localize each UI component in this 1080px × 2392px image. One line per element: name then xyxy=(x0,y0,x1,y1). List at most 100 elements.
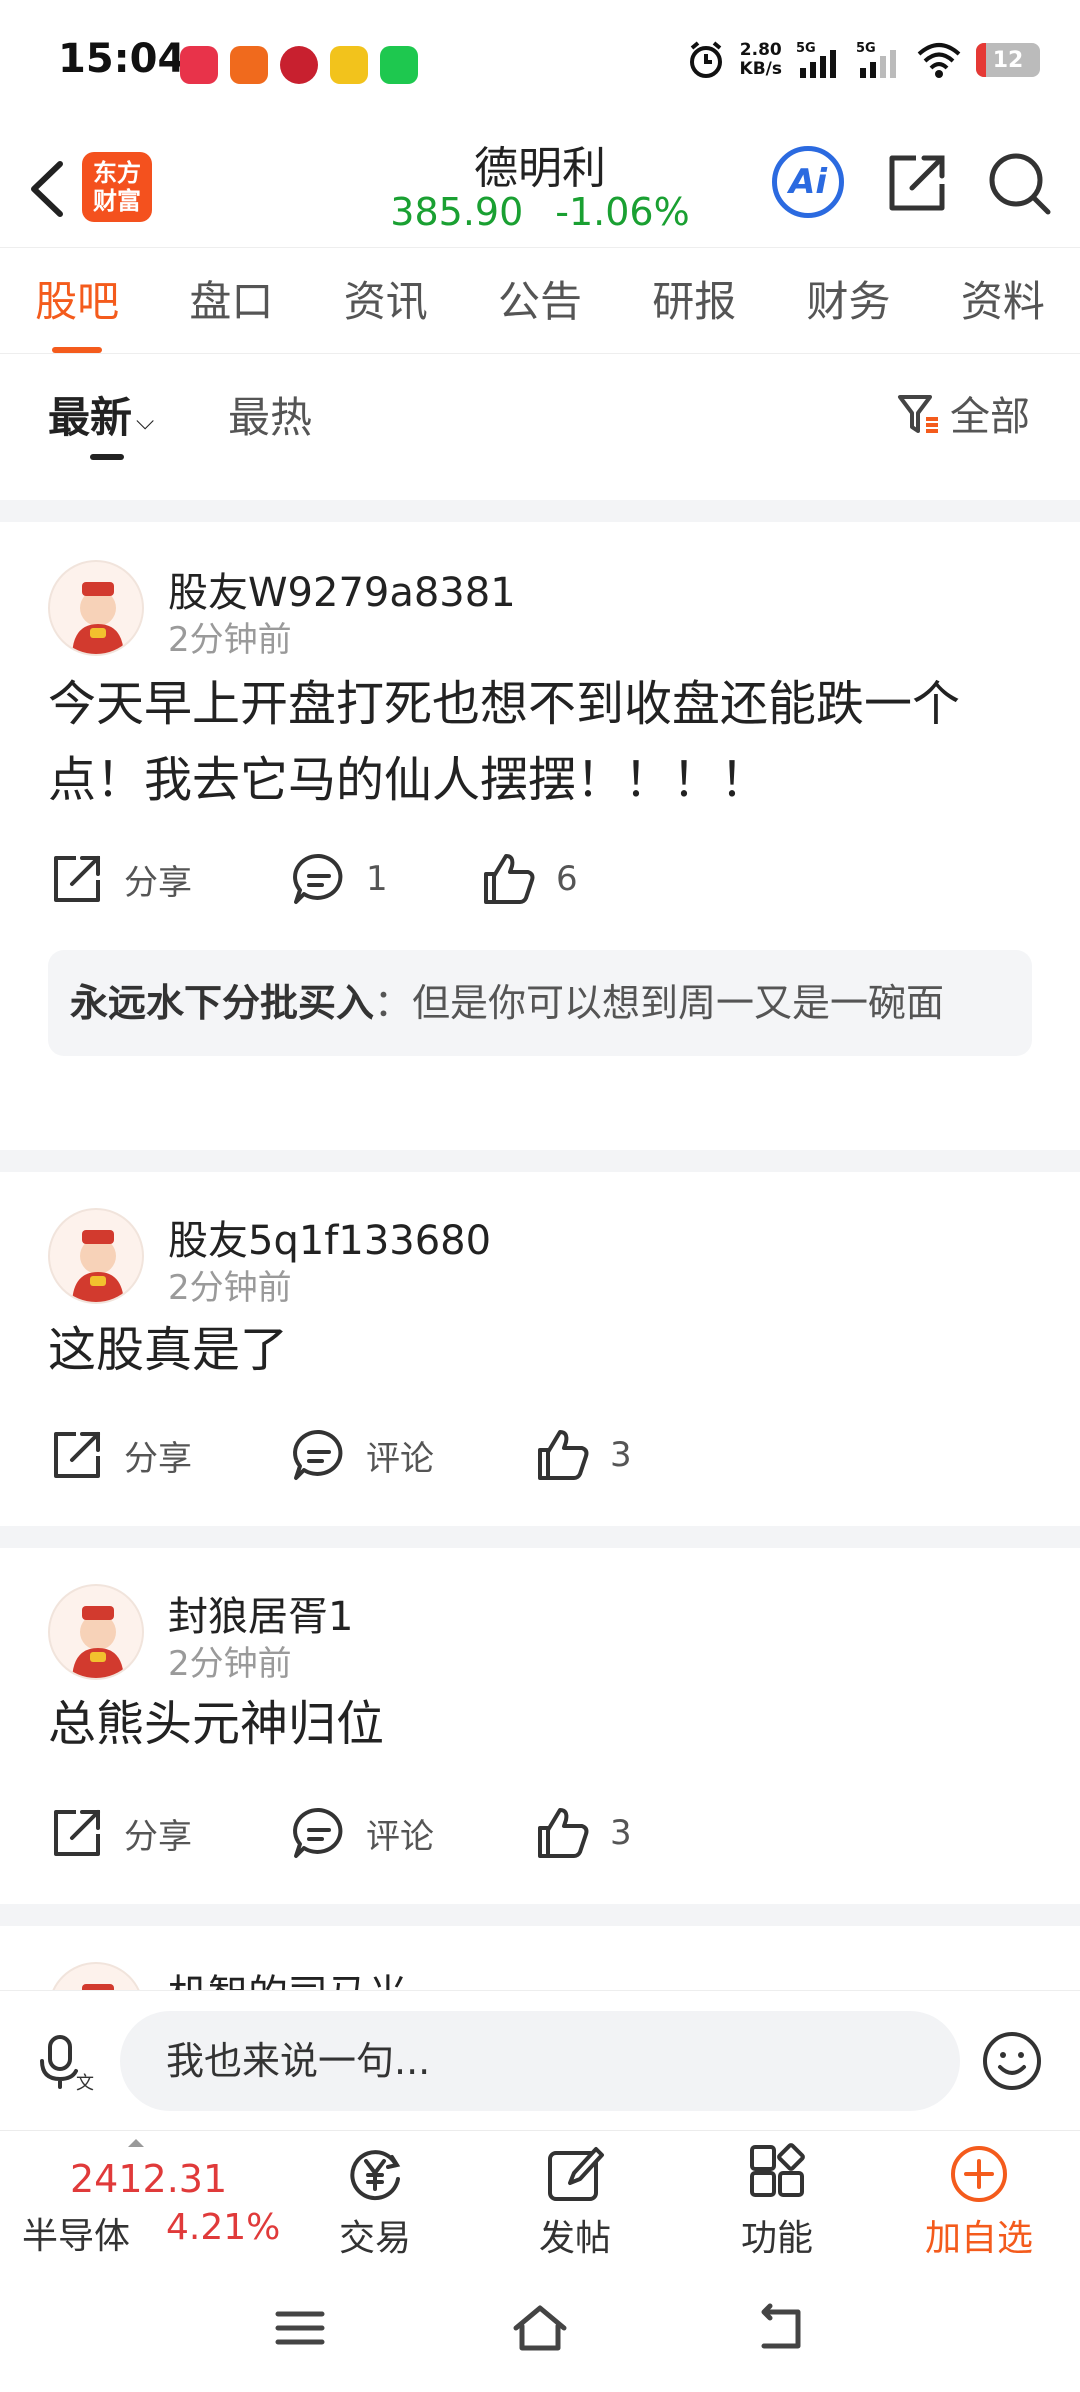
like-button[interactable]: 3 xyxy=(534,1804,632,1862)
post-content[interactable]: 总熊头元神归位 xyxy=(48,1686,1038,1762)
post-time: 2分钟前 xyxy=(168,620,292,660)
new-post-button[interactable]: 发帖 xyxy=(510,2143,640,2261)
divider xyxy=(0,1904,1080,1926)
emoji-icon[interactable] xyxy=(980,2029,1044,2093)
svg-text:5G: 5G xyxy=(856,41,876,56)
post-card[interactable]: 机智的司马光 xyxy=(0,1926,1080,1990)
voice-input-icon[interactable]: 文 xyxy=(36,2031,96,2091)
fortune-god-avatar-icon xyxy=(72,1230,124,1302)
post-card[interactable]: 封狼居胥1 2分钟前 总熊头元神归位 分享 评论 3 xyxy=(0,1548,1080,1900)
stock-price: 385.90 xyxy=(390,190,524,234)
share-button[interactable]: 分享 xyxy=(48,1804,192,1862)
share-icon[interactable] xyxy=(882,148,952,218)
search-icon[interactable] xyxy=(984,148,1054,218)
tab-research[interactable]: 研报 xyxy=(617,250,771,353)
fortune-god-avatar-icon xyxy=(82,1984,114,1990)
signal-icon: 5G xyxy=(856,41,896,78)
post-actions: 分享 1 6 xyxy=(0,850,1080,920)
share-button[interactable]: 分享 xyxy=(48,850,192,908)
tab-profile[interactable]: 资料 xyxy=(926,250,1080,353)
like-button[interactable]: 3 xyxy=(534,1426,632,1484)
post-author[interactable]: 机智的司马光 xyxy=(168,1962,408,1990)
status-right: 2.80 KB/s 5G 5G 12 xyxy=(686,40,1040,80)
index-value[interactable]: 2412.31 xyxy=(70,2157,227,2201)
sort-hot-button[interactable]: 最热 xyxy=(228,384,312,445)
post-author[interactable]: 股友5q1f133680 xyxy=(168,1208,491,1266)
alarm-icon xyxy=(689,41,722,78)
thumbs-up-icon xyxy=(538,1430,589,1480)
home-icon[interactable] xyxy=(510,2298,570,2358)
bottom-bar: 2412.31 半导体 4.21% 交易 发帖 功能 加自选 xyxy=(0,2130,1080,2262)
post-actions: 分享 评论 3 xyxy=(0,1426,1080,1496)
svg-text:5G: 5G xyxy=(796,41,816,56)
avatar[interactable] xyxy=(48,560,144,656)
chevron-down-icon: ⌵ xyxy=(136,406,155,435)
stock-change: -1.06% xyxy=(555,190,690,234)
stock-header: 东方财富 德明利 385.90 -1.06% Ai xyxy=(0,130,1080,248)
app-notification-icon xyxy=(230,46,268,84)
avatar[interactable] xyxy=(48,1584,144,1680)
trade-button[interactable]: 交易 xyxy=(310,2143,440,2261)
post-time: 2分钟前 xyxy=(168,1644,292,1684)
weibo-icon xyxy=(330,46,368,84)
tab-pankou[interactable]: 盘口 xyxy=(154,250,308,353)
post-actions: 分享 评论 3 xyxy=(0,1804,1080,1874)
ai-button[interactable]: Ai xyxy=(772,146,844,218)
menu-icon[interactable] xyxy=(270,2298,330,2358)
edit-icon xyxy=(548,2147,604,2201)
trade-yuan-icon xyxy=(350,2150,401,2201)
reply-preview[interactable]: 永远水下分批买入：但是你可以想到周一又是一碗面 xyxy=(48,950,1032,1056)
filter-icon xyxy=(898,395,938,433)
sort-bar: 最新 ⌵ 最热 全部 xyxy=(0,354,1080,500)
comment-button[interactable]: 1 xyxy=(290,850,388,908)
thumbs-up-icon xyxy=(538,1808,589,1858)
share-button[interactable]: 分享 xyxy=(48,1426,192,1484)
add-to-watchlist-button[interactable]: 加自选 xyxy=(914,2143,1044,2261)
post-author[interactable]: 封狼居胥1 xyxy=(168,1584,353,1642)
reply-author[interactable]: 永远水下分批买入 xyxy=(70,981,374,1025)
sort-latest-button[interactable]: 最新 ⌵ xyxy=(48,384,154,445)
avatar[interactable] xyxy=(48,1962,144,1990)
post-time: 2分钟前 xyxy=(168,1268,292,1308)
tab-announcements[interactable]: 公告 xyxy=(463,250,617,353)
notification-icons xyxy=(180,46,418,84)
comment-input[interactable]: 我也来说一句... xyxy=(120,2011,960,2111)
divider xyxy=(0,1526,1080,1548)
fortune-god-avatar-icon xyxy=(72,582,124,654)
comment-icon xyxy=(293,853,343,904)
signal-icon: 5G xyxy=(796,41,836,78)
share-icon xyxy=(54,1810,100,1856)
post-author[interactable]: 股友W9279a8381 xyxy=(168,560,516,618)
comment-icon xyxy=(293,1429,343,1480)
grid-icon xyxy=(750,2143,805,2197)
share-icon xyxy=(54,1432,100,1478)
comment-button[interactable]: 评论 xyxy=(290,1804,434,1862)
post-content[interactable]: 这股真是了 xyxy=(48,1312,1038,1388)
post-content[interactable]: 今天早上开盘打死也想不到收盘还能跌一个点！我去它马的仙人摆摆！！！！ xyxy=(48,666,1038,818)
functions-button[interactable]: 功能 xyxy=(712,2143,842,2261)
index-change[interactable]: 4.21% xyxy=(166,2207,280,2248)
like-button[interactable]: 6 xyxy=(480,850,578,908)
back-nav-icon[interactable] xyxy=(750,2298,810,2358)
status-bar: 15:04 2.80 KB/s 5G 5G 12 xyxy=(0,0,1080,130)
post-card[interactable]: 股友W9279a8381 2分钟前 今天早上开盘打死也想不到收盘还能跌一个点！我… xyxy=(0,522,1080,1152)
comment-button[interactable]: 评论 xyxy=(290,1426,434,1484)
share-icon xyxy=(54,856,100,902)
battery-indicator: 12 xyxy=(976,43,1040,77)
avatar[interactable] xyxy=(48,1208,144,1304)
index-name[interactable]: 半导体 xyxy=(22,2207,130,2259)
svg-text:文: 文 xyxy=(76,2073,94,2091)
network-speed: 2.80 KB/s xyxy=(739,40,782,79)
post-card[interactable]: 股友5q1f133680 2分钟前 这股真是了 分享 评论 3 xyxy=(0,1172,1080,1522)
tab-news[interactable]: 资讯 xyxy=(309,250,463,353)
wifi-icon xyxy=(917,43,961,78)
expand-caret-icon[interactable] xyxy=(128,2139,144,2147)
status-time: 15:04 xyxy=(58,36,186,82)
fortune-god-avatar-icon xyxy=(72,1606,124,1678)
tab-finance[interactable]: 财务 xyxy=(771,250,925,353)
app-notification-icon xyxy=(280,46,318,84)
system-navigation-bar xyxy=(0,2262,1080,2392)
sort-active-indicator xyxy=(90,454,124,460)
tab-guba[interactable]: 股吧 xyxy=(0,250,154,353)
filter-button[interactable]: 全部 xyxy=(896,384,1030,442)
